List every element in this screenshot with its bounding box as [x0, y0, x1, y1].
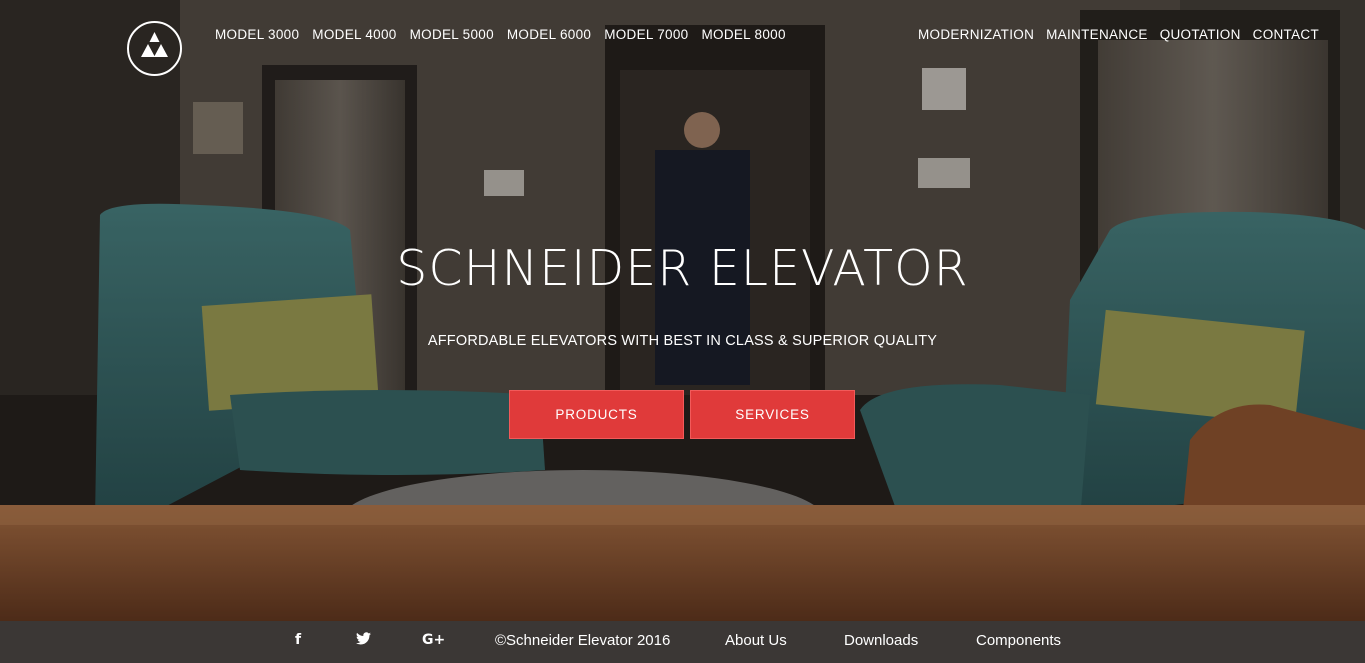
hero-tagline: AFFORDABLE ELEVATORS WITH BEST IN CLASS …: [427, 333, 938, 349]
products-button[interactable]: PRODUCTS: [509, 390, 684, 439]
footer-link-components[interactable]: Components: [976, 632, 1061, 649]
product-nav: MODEL 3000 MODEL 4000 MODEL 5000 MODEL 6…: [215, 27, 799, 42]
twitter-icon[interactable]: [356, 632, 371, 649]
hero-section: MODEL 3000 MODEL 4000 MODEL 5000 MODEL 6…: [0, 0, 1365, 621]
google-plus-icon[interactable]: G+: [422, 632, 445, 648]
brand-logo[interactable]: [127, 21, 182, 76]
nav-model-5000[interactable]: MODEL 5000: [410, 27, 494, 42]
nav-maintenance[interactable]: MAINTENANCE: [1046, 27, 1148, 42]
nav-model-6000[interactable]: MODEL 6000: [507, 27, 591, 42]
nav-model-3000[interactable]: MODEL 3000: [215, 27, 299, 42]
footer-bar: f G+ ©Schneider Elevator 2016 About Us D…: [0, 621, 1365, 663]
footer-copyright: ©Schneider Elevator 2016: [495, 632, 671, 649]
nav-modernization[interactable]: MODERNIZATION: [918, 27, 1034, 42]
nav-model-7000[interactable]: MODEL 7000: [604, 27, 688, 42]
facebook-icon[interactable]: f: [295, 632, 301, 648]
hero-dark-overlay: [0, 0, 1365, 621]
footer-link-about-us[interactable]: About Us: [725, 632, 787, 649]
nav-model-8000[interactable]: MODEL 8000: [701, 27, 785, 42]
hero-title: SCHNEIDER ELEVATOR: [396, 240, 969, 297]
services-button[interactable]: SERVICES: [690, 390, 855, 439]
footer-link-downloads[interactable]: Downloads: [844, 632, 918, 649]
service-nav: MODERNIZATION MAINTENANCE QUOTATION CONT…: [918, 27, 1319, 42]
nav-quotation[interactable]: QUOTATION: [1160, 27, 1241, 42]
nav-contact[interactable]: CONTACT: [1253, 27, 1319, 42]
nav-model-4000[interactable]: MODEL 4000: [312, 27, 396, 42]
triangle-logo-icon: [141, 32, 168, 57]
